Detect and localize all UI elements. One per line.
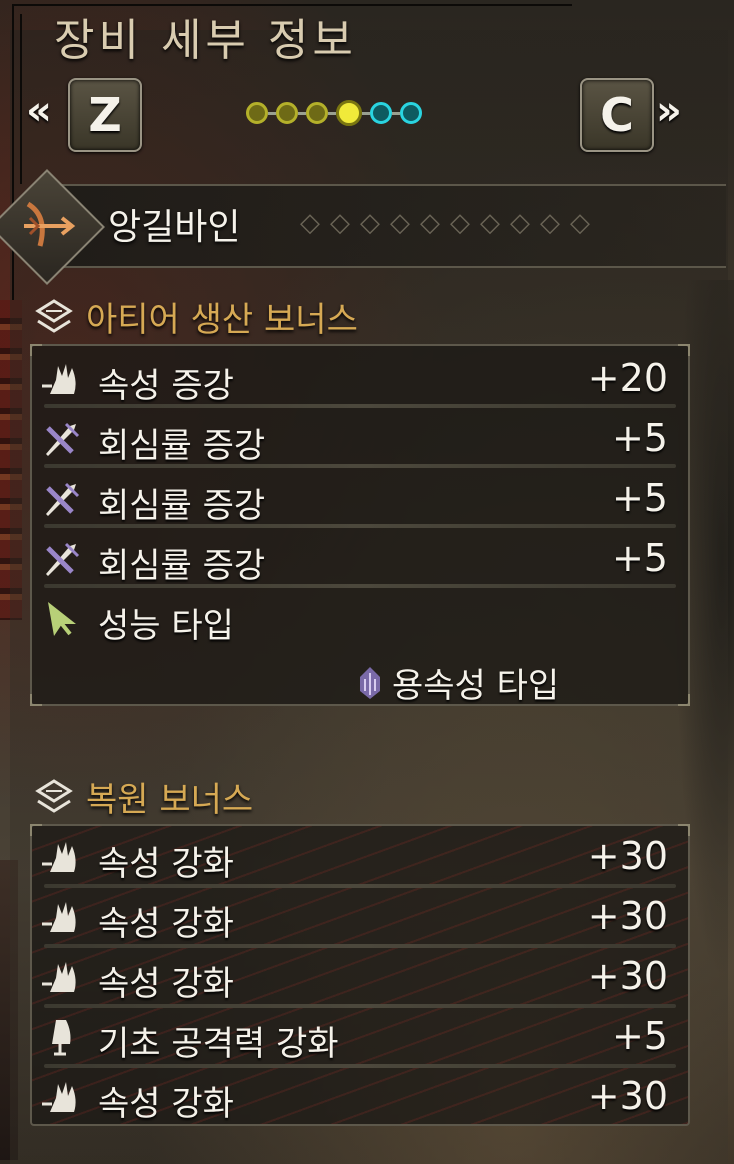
bonus-row[interactable]: 속성 강화 +30 xyxy=(32,826,688,886)
page-indicator xyxy=(246,100,422,126)
attack-icon xyxy=(52,1020,71,1056)
affinity-icon xyxy=(46,422,80,456)
bonus-name: 회심률 증강 xyxy=(98,546,266,586)
bow-weapon-icon xyxy=(24,201,76,247)
bonus-value: +30 xyxy=(587,894,668,938)
frame-line-left-inner xyxy=(20,14,22,184)
page-title: 장비 세부 정보 xyxy=(54,15,357,66)
element-icon xyxy=(42,364,76,394)
bonus-value: +5 xyxy=(611,416,668,460)
bonus-name: 회심률 증강 xyxy=(98,426,266,466)
bonus-name: 회심률 증강 xyxy=(98,486,266,526)
next-arrow-icon[interactable]: » xyxy=(656,88,682,134)
type-value: 용속성 타입 xyxy=(356,658,559,707)
bonus-row[interactable]: 속성 강화 +30 xyxy=(32,1066,688,1126)
corner-decoration xyxy=(678,694,690,706)
corner-decoration xyxy=(30,694,42,706)
bonus-row[interactable]: 회심률 증강 +5 xyxy=(32,468,688,528)
page-dot xyxy=(400,102,422,124)
decorative-diamonds: ◇◇◇◇◇◇◇◇◇◇ xyxy=(300,208,600,238)
bonus-name: 속성 강화 xyxy=(98,964,234,1004)
bonus-row[interactable]: 속성 증강 +20 xyxy=(32,348,688,408)
page-dot-active xyxy=(336,100,362,126)
next-key-button[interactable]: C xyxy=(580,78,654,152)
bonus-value: +30 xyxy=(587,954,668,998)
restore-bonus-box: 속성 강화 +30 속성 강화 +30 속성 강화 +30 기초 공격력 강화 … xyxy=(30,824,690,1126)
affinity-icon xyxy=(46,482,80,516)
page-dot xyxy=(276,102,298,124)
dragon-element-icon xyxy=(360,666,380,699)
page-dot xyxy=(370,102,392,124)
restore-bonus-heading: 복원 보너스 xyxy=(34,772,253,821)
page-dot xyxy=(306,102,328,124)
section-title: 아티어 생산 보너스 xyxy=(86,300,358,340)
bonus-value: +30 xyxy=(587,1074,668,1118)
artian-bonus-heading: 아티어 생산 보너스 xyxy=(34,292,358,341)
element-icon xyxy=(42,902,76,932)
bonus-value: +30 xyxy=(587,834,668,878)
bonus-section-icon xyxy=(35,778,73,813)
bonus-name: 속성 강화 xyxy=(98,904,234,944)
element-icon xyxy=(42,842,76,872)
prev-arrow-icon[interactable]: « xyxy=(26,88,52,134)
bonus-value: +5 xyxy=(611,1014,668,1058)
bonus-row[interactable]: 회심률 증강 +5 xyxy=(32,528,688,588)
weapon-name: 앙길바인 xyxy=(108,207,241,248)
prev-key-button[interactable]: Z xyxy=(68,78,142,152)
bonus-row[interactable]: 기초 공격력 강화 +5 xyxy=(32,1006,688,1066)
page-dot xyxy=(246,102,268,124)
bonus-row[interactable]: 속성 강화 +30 xyxy=(32,946,688,1006)
type-value-text: 용속성 타입 xyxy=(392,666,560,706)
type-row[interactable]: 성능 타입 xyxy=(32,588,688,648)
performance-type-icon xyxy=(48,602,76,636)
bonus-row[interactable]: 회심률 증강 +5 xyxy=(32,408,688,468)
type-label: 성능 타입 xyxy=(98,606,234,646)
section-title: 복원 보너스 xyxy=(86,780,254,820)
bonus-name: 기초 공격력 강화 xyxy=(98,1024,339,1064)
bonus-name: 속성 증강 xyxy=(98,366,234,406)
affinity-icon xyxy=(46,542,80,576)
element-icon xyxy=(42,1082,76,1112)
bonus-section-icon xyxy=(35,298,73,333)
bonus-row[interactable]: 속성 강화 +30 xyxy=(32,886,688,946)
artian-bonus-box: 속성 증강 +20 회심률 증강 +5 회심률 증강 +5 회심률 증강 +5 xyxy=(30,344,690,706)
frame-line-left xyxy=(12,4,14,300)
bonus-value: +5 xyxy=(611,476,668,520)
bonus-value: +20 xyxy=(587,356,668,400)
element-icon xyxy=(42,962,76,992)
bonus-value: +5 xyxy=(611,536,668,580)
bonus-name: 속성 강화 xyxy=(98,1084,234,1124)
bonus-name: 속성 강화 xyxy=(98,844,234,884)
